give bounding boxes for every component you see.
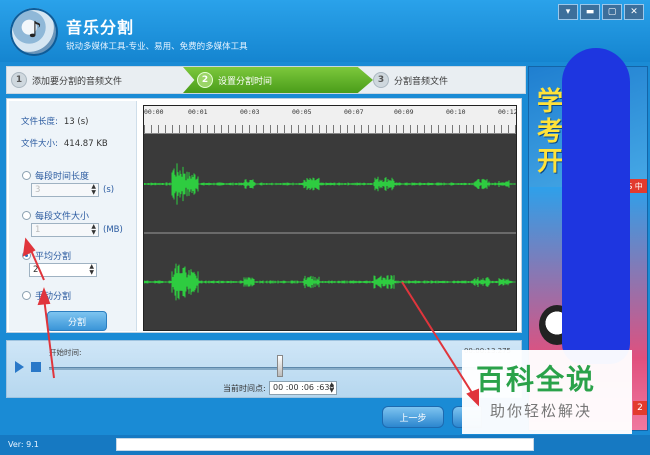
watermark: 百科全说 助你轻松解决 — [462, 350, 632, 434]
radio-average-dot[interactable] — [22, 251, 31, 260]
stop-icon[interactable] — [31, 362, 41, 372]
previous-step-button[interactable]: 上一步 — [382, 406, 444, 428]
radio-by-time[interactable]: 每段时间长度 — [22, 169, 89, 182]
radio-manual[interactable]: 手动分割 — [22, 289, 71, 302]
current-time-input[interactable]: 00 :00 :06 :638 ▲ ▼ — [269, 381, 337, 395]
play-icon[interactable] — [15, 361, 24, 373]
current-time-spinner-icon[interactable]: ▲ ▼ — [329, 382, 334, 394]
version-label: Ver: 9.1 — [8, 440, 39, 449]
radio-by-size[interactable]: 每段文件大小 — [22, 209, 89, 222]
file-size-value: 414.87 KB — [63, 139, 108, 149]
app-title: 音乐分割 — [66, 18, 135, 37]
waveform-left-graphic — [144, 163, 516, 205]
step-3-number: 3 — [373, 72, 389, 88]
ad-letters: 学 考 开 — [537, 87, 563, 177]
file-size-spinner-icon[interactable]: ▲ ▼ — [91, 224, 96, 236]
average-count-value: 2 — [33, 265, 39, 275]
radio-by-time-label: 每段时间长度 — [35, 172, 90, 182]
file-length-label: 文件长度: — [21, 117, 58, 127]
close-button[interactable]: ✕ — [624, 4, 644, 20]
file-size-input[interactable]: 1 ▲ ▼ — [31, 223, 99, 237]
ruler-tick: 00:01 — [188, 108, 208, 116]
ruler-tick-marks — [144, 125, 516, 133]
ruler-tick: 00:09 — [394, 108, 414, 116]
step-1[interactable]: 1 添加要分割的音频文件 — [11, 67, 122, 93]
radio-average-label: 平均分割 — [35, 252, 72, 262]
waveform-right-graphic — [144, 263, 516, 301]
current-time-value: 00 :00 :06 :638 — [273, 383, 335, 392]
step-2-number: 2 — [197, 72, 213, 88]
radio-by-time-dot[interactable] — [22, 171, 31, 180]
time-length-value: 3 — [35, 185, 41, 195]
ad-number: 2 — [633, 401, 647, 415]
status-bar: Ver: 9.1 — [0, 435, 650, 455]
current-time-label: 当前时间点: — [223, 384, 266, 393]
step-2[interactable]: 2 设置分割时间 — [197, 67, 272, 93]
average-count-input[interactable]: 2 ▲ ▼ — [29, 263, 97, 277]
time-length-input[interactable]: 3 ▲ ▼ — [31, 183, 99, 197]
file-size: 文件大小: 414.87 KB — [21, 137, 108, 149]
window-controls: ▾ ▬ ▢ ✕ — [558, 4, 644, 20]
step-bar: 1 添加要分割的音频文件 2 设置分割时间 3 分割音频文件 — [6, 66, 526, 94]
progress-bar — [116, 438, 534, 451]
app-subtitle: 锐动多媒体工具-专业、易用、免费的多媒体工具 — [66, 42, 248, 52]
waveform-channel-right — [144, 234, 516, 330]
waveform-view[interactable]: 00:00 00:01 00:03 00:05 00:07 00:09 00:1… — [143, 105, 518, 331]
ruler-tick: 00:00 — [144, 108, 164, 116]
radio-by-size-label: 每段文件大小 — [35, 212, 90, 222]
main-panel: 文件长度: 13 (s) 文件大小: 414.87 KB 每段时间长度 3 ▲ ▼ (… — [6, 98, 522, 333]
options-panel: 文件长度: 13 (s) 文件大小: 414.87 KB 每段时间长度 3 ▲ ▼ (… — [9, 101, 137, 331]
radio-average[interactable]: 平均分割 — [22, 249, 71, 262]
transport-bar: 开始时间: 00:00:13.275 当前时间点: 00 :00 :06 :63… — [6, 340, 522, 398]
waveform-path — [144, 263, 516, 301]
ruler-tick: 00:05 — [292, 108, 312, 116]
ruler-tick: 00:12 — [498, 108, 518, 116]
radio-manual-dot[interactable] — [22, 291, 31, 300]
menu-button[interactable]: ▾ — [558, 4, 578, 20]
app-logo-icon: ♪ — [10, 8, 58, 56]
waveform-channel-left — [144, 136, 516, 232]
step-3[interactable]: 3 分割音频文件 — [373, 67, 448, 93]
file-size-input-value: 1 — [35, 225, 41, 235]
step-3-label: 分割音频文件 — [394, 76, 449, 87]
watermark-title: 百科全说 — [476, 363, 597, 396]
file-length-value: 13 (s) — [63, 117, 89, 127]
ruler-tick: 00:10 — [446, 108, 466, 116]
timeline-handle[interactable] — [277, 355, 283, 377]
app-window: ♪ 音乐分割 锐动多媒体工具-专业、易用、免费的多媒体工具 ▾ ▬ ▢ ✕ 1 … — [0, 0, 650, 455]
waveform-path — [144, 163, 516, 205]
start-time-label: 开始时间: — [49, 348, 82, 357]
step-1-label: 添加要分割的音频文件 — [32, 76, 123, 87]
maximize-button[interactable]: ▢ — [602, 4, 622, 20]
step-1-number: 1 — [11, 72, 27, 88]
average-count-spinner-icon[interactable]: ▲ ▼ — [89, 264, 94, 276]
redaction-mark — [562, 48, 630, 364]
file-length: 文件长度: 13 (s) — [21, 115, 88, 127]
minimize-button[interactable]: ▬ — [580, 4, 600, 20]
file-size-label: 文件大小: — [21, 139, 58, 149]
time-length-spinner-icon[interactable]: ▲ ▼ — [91, 184, 96, 196]
ruler-tick: 00:07 — [344, 108, 364, 116]
title-bar: ♪ 音乐分割 锐动多媒体工具-专业、易用、免费的多媒体工具 ▾ ▬ ▢ ✕ — [0, 0, 650, 62]
radio-by-size-dot[interactable] — [22, 211, 31, 220]
ad-letters-text: 学 考 开 — [537, 87, 564, 177]
ruler-tick: 00:03 — [240, 108, 260, 116]
split-button[interactable]: 分割 — [47, 311, 107, 331]
step-2-label: 设置分割时间 — [218, 76, 273, 87]
watermark-subtitle: 助你轻松解决 — [490, 402, 593, 420]
time-length-unit: (s) — [103, 185, 115, 195]
file-size-unit: (MB) — [103, 225, 123, 235]
time-ruler: 00:00 00:01 00:03 00:05 00:07 00:09 00:1… — [144, 106, 518, 134]
radio-manual-label: 手动分割 — [35, 292, 72, 302]
